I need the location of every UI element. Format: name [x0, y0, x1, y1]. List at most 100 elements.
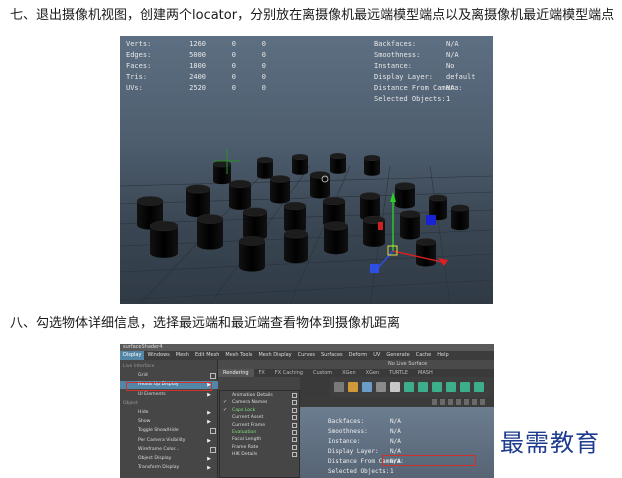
- shelf-tab[interactable]: MASH: [413, 369, 438, 377]
- menu-windows[interactable]: Windows: [144, 351, 172, 360]
- cylinder-mesh[interactable]: [415, 238, 437, 267]
- hud-menu-item[interactable]: Current Frame: [220, 422, 300, 429]
- hud-verts-row: Verts: 1260 0 0: [126, 40, 266, 48]
- shelf-tool-icon[interactable]: [348, 382, 358, 392]
- display-menu-item[interactable]: UI Elements ▶: [120, 391, 218, 399]
- cylinder-mesh[interactable]: [394, 182, 416, 209]
- shelf-tab[interactable]: FX: [254, 369, 270, 377]
- shelf-tool-icon[interactable]: [334, 382, 344, 392]
- cylinder-mesh[interactable]: [291, 153, 309, 175]
- hud-menu-item[interactable]: HIK Details: [220, 451, 300, 458]
- view-tool-icon[interactable]: [456, 399, 461, 405]
- shelf-tab[interactable]: TURTLE: [384, 369, 413, 377]
- menu-mesh-tools[interactable]: Mesh Tools: [222, 351, 255, 360]
- display-menu-item[interactable]: Hide ▶: [120, 409, 218, 417]
- option-box-icon[interactable]: [292, 407, 297, 413]
- menu-surfaces[interactable]: Surfaces: [318, 351, 346, 360]
- shelf-tool-icon[interactable]: [390, 382, 400, 392]
- shelf-tool-icon[interactable]: [362, 382, 372, 392]
- hud-menu-item[interactable]: Focal Length: [220, 436, 300, 443]
- option-box-icon[interactable]: [292, 452, 297, 458]
- shelf-tool-icon[interactable]: [418, 382, 428, 392]
- cylinder-mesh[interactable]: [362, 215, 386, 247]
- display-menu-item-label: Transform Display: [138, 465, 180, 471]
- shelf-tool-icon[interactable]: [474, 382, 484, 392]
- cylinder-mesh[interactable]: [196, 214, 224, 250]
- hud-menu-item[interactable]: Current Asset: [220, 414, 300, 421]
- menu-curves[interactable]: Curves: [295, 351, 318, 360]
- option-box-icon[interactable]: [292, 393, 297, 398]
- menu-deform[interactable]: Deform: [346, 351, 371, 360]
- menu-mesh[interactable]: Mesh: [173, 351, 192, 360]
- menu-help[interactable]: Help: [434, 351, 451, 360]
- cylinder-mesh[interactable]: [399, 210, 421, 240]
- shelf-tool-icon[interactable]: [404, 382, 414, 392]
- cylinder-mesh[interactable]: [149, 220, 179, 258]
- submenu-arrow-icon: ▶: [207, 437, 211, 444]
- step-7-instruction: 七、退出摄像机视图，创建两个locator，分别放在离摄像机最远端模型端点以及离…: [10, 8, 615, 23]
- submenu-arrow-icon: ▶: [207, 419, 211, 426]
- option-box-icon[interactable]: [292, 400, 297, 406]
- view-tool-icon[interactable]: [440, 399, 445, 405]
- shelf-tool-icon[interactable]: [432, 382, 442, 392]
- cylinder-mesh[interactable]: [329, 152, 347, 174]
- cylinder-mesh[interactable]: [256, 156, 274, 179]
- view-tool-icon[interactable]: [448, 399, 453, 405]
- view-tool-icon[interactable]: [464, 399, 469, 405]
- view-tool-icon[interactable]: [480, 399, 485, 405]
- option-box-icon[interactable]: [210, 428, 216, 435]
- shelf-tab[interactable]: XGen: [361, 369, 385, 377]
- shelf-tab[interactable]: Custom: [308, 369, 337, 377]
- cylinder-mesh[interactable]: [283, 229, 309, 264]
- shelf-tool-icon[interactable]: [446, 382, 456, 392]
- shelf-tab[interactable]: Rendering: [218, 369, 254, 377]
- display-menu-item-label: Grid: [138, 373, 148, 379]
- cylinder-mesh[interactable]: [363, 154, 381, 176]
- option-box-icon[interactable]: [210, 446, 216, 453]
- shelf-tab[interactable]: XGen: [337, 369, 361, 377]
- hud-menu-item[interactable]: Animation Details: [220, 392, 300, 399]
- menu-cache[interactable]: Cache: [413, 351, 435, 360]
- cylinder-mesh[interactable]: [238, 236, 266, 272]
- menu-display[interactable]: Display: [120, 351, 145, 360]
- hud-menu-item[interactable]: Frame Rate: [220, 444, 300, 451]
- view-tool-icon[interactable]: [432, 399, 437, 405]
- option-box-icon[interactable]: [292, 444, 297, 450]
- display-menu-item[interactable]: Show ▶: [120, 418, 218, 426]
- cylinder-mesh[interactable]: [269, 175, 291, 204]
- option-box-icon[interactable]: [292, 422, 297, 428]
- cylinder-mesh[interactable]: [185, 184, 211, 218]
- cylinder-mesh[interactable]: [228, 179, 252, 210]
- display-menu-item[interactable]: Transform Display ▶: [120, 464, 218, 472]
- option-box-icon[interactable]: [292, 437, 297, 443]
- hud-menu-item[interactable]: ✓ Camera Names: [220, 399, 300, 406]
- display-menu-item[interactable]: Object Display ▶: [120, 455, 218, 463]
- display-menu-item[interactable]: Grid: [120, 372, 218, 380]
- option-box-icon[interactable]: [210, 373, 216, 380]
- cylinder-mesh[interactable]: [283, 201, 307, 233]
- hud-faces-row: Faces: 1800 0 0: [126, 62, 266, 70]
- cylinder-mesh[interactable]: [242, 207, 268, 241]
- hud-distance-row: Distance From Camera:NA: [374, 84, 463, 92]
- shelf-tab[interactable]: FX Caching: [270, 369, 308, 377]
- hud-menu-item[interactable]: ✓ Caps Lock: [220, 407, 300, 414]
- hud-menu-item[interactable]: Evaluation: [220, 429, 300, 436]
- menu-mesh-display[interactable]: Mesh Display: [255, 351, 294, 360]
- cylinder-mesh[interactable]: [309, 171, 331, 199]
- shelf-tool-icon[interactable]: [460, 382, 470, 392]
- shelf-tool-icon[interactable]: [376, 382, 386, 392]
- menu-generate[interactable]: Generate: [383, 351, 412, 360]
- display-menu-item-label: Show: [138, 419, 151, 425]
- menu-edit-mesh[interactable]: Edit Mesh: [192, 351, 222, 360]
- cylinder-mesh[interactable]: [323, 221, 349, 255]
- display-menu-item[interactable]: Wireframe Color...: [120, 446, 218, 454]
- hud-smoothness-row: Smoothness: N/A: [374, 51, 459, 59]
- display-menu-item[interactable]: Per Camera Visibility ▶: [120, 437, 218, 445]
- option-box-icon[interactable]: [292, 415, 297, 421]
- cylinder-mesh[interactable]: [212, 160, 232, 185]
- cylinder-mesh[interactable]: [450, 204, 470, 231]
- option-box-icon[interactable]: [292, 430, 297, 435]
- display-menu-item[interactable]: Toggle Show/Hide: [120, 427, 218, 435]
- view-tool-icon[interactable]: [472, 399, 477, 405]
- menu-uv[interactable]: UV: [370, 351, 383, 360]
